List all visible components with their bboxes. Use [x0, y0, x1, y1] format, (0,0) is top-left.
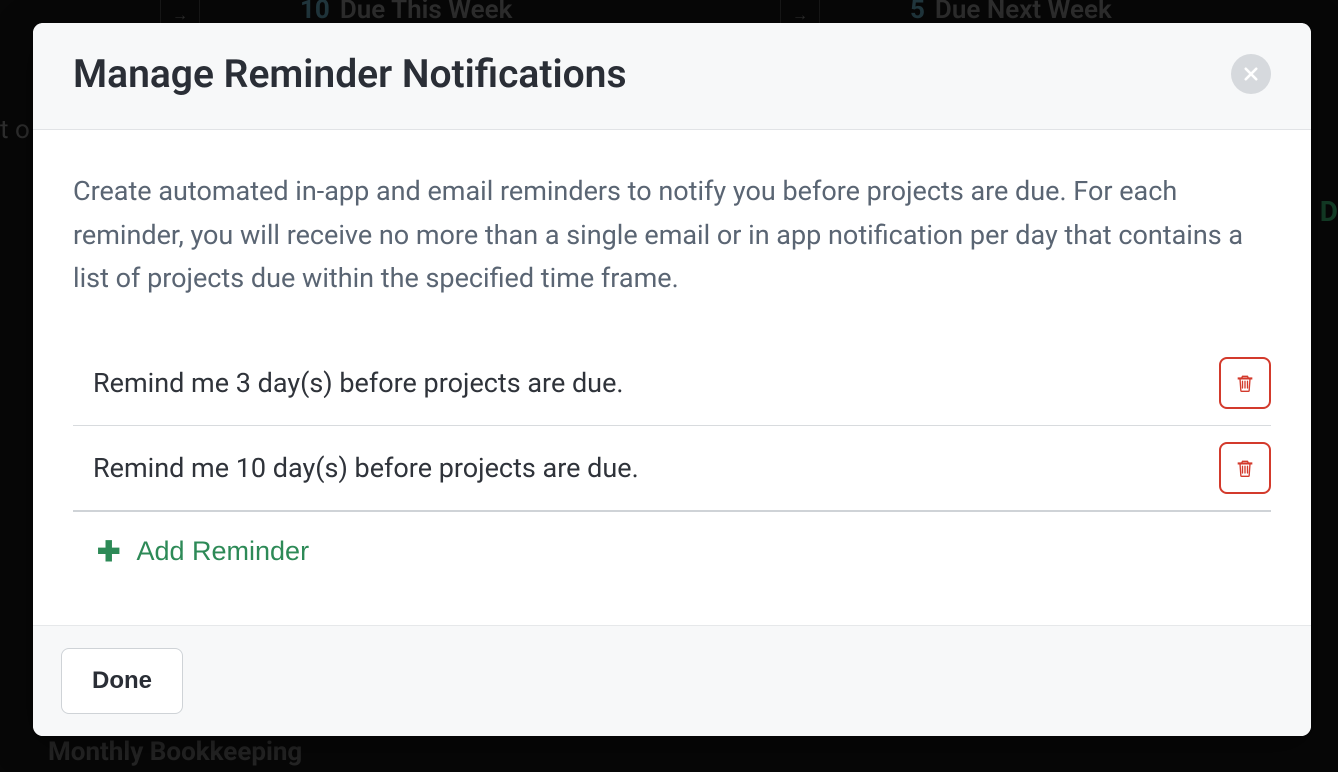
modal-footer: Done: [33, 625, 1311, 736]
reminder-text: Remind me 10 day(s) before projects are …: [93, 452, 639, 484]
trash-icon: [1235, 372, 1255, 394]
plus-icon: ✚: [97, 538, 120, 566]
add-reminder-button[interactable]: ✚ Add Reminder: [73, 512, 309, 577]
trash-icon: [1235, 457, 1255, 479]
close-button[interactable]: [1231, 54, 1271, 94]
done-button[interactable]: Done: [61, 648, 183, 714]
reminder-list: Remind me 3 day(s) before projects are d…: [73, 341, 1271, 512]
modal-body: Create automated in-app and email remind…: [33, 130, 1311, 625]
reminder-text: Remind me 3 day(s) before projects are d…: [93, 367, 624, 399]
reminder-item: Remind me 3 day(s) before projects are d…: [73, 341, 1271, 426]
delete-reminder-button[interactable]: [1219, 357, 1271, 409]
modal-header: Manage Reminder Notifications: [33, 23, 1311, 130]
modal-title: Manage Reminder Notifications: [73, 51, 627, 97]
modal-description: Create automated in-app and email remind…: [73, 170, 1271, 301]
reminder-item: Remind me 10 day(s) before projects are …: [73, 426, 1271, 512]
delete-reminder-button[interactable]: [1219, 442, 1271, 494]
reminder-modal: Manage Reminder Notifications Create aut…: [33, 23, 1311, 736]
add-reminder-label: Add Reminder: [136, 536, 309, 567]
close-icon: [1242, 65, 1260, 83]
